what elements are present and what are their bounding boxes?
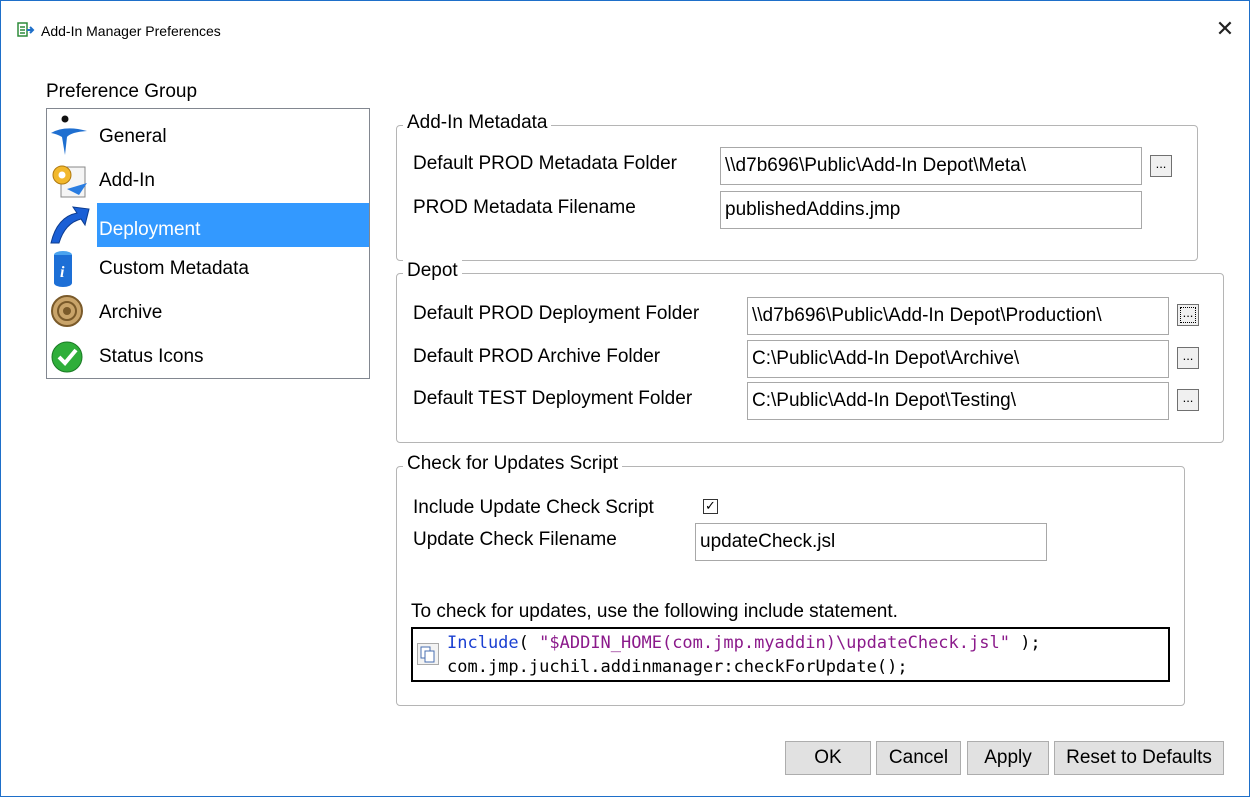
pref-item-custom-metadata[interactable]: i Custom Metadata (47, 247, 369, 291)
pref-item-label: Deployment (97, 203, 369, 247)
window-title: Add-In Manager Preferences (41, 23, 221, 39)
browse-prod-deployment-button[interactable]: ... (1177, 304, 1199, 326)
pref-item-label: Custom Metadata (99, 258, 249, 279)
default-test-deployment-folder-input[interactable]: C:\Public\Add-In Depot\Testing\ (747, 382, 1169, 420)
pref-item-label: Archive (99, 302, 163, 323)
browse-metadata-folder-button[interactable]: ... (1150, 155, 1172, 177)
code-close-paren: ); (1009, 633, 1041, 653)
cancel-button[interactable]: Cancel (876, 741, 961, 775)
code-open-paren: ( (518, 633, 540, 653)
default-prod-deployment-folder-label: Default PROD Deployment Folder (413, 303, 700, 324)
pref-item-archive[interactable]: Archive (47, 291, 369, 335)
pref-item-add-in[interactable]: Add-In (47, 159, 369, 203)
copy-script-icon[interactable] (417, 643, 439, 665)
update-instruction-text: To check for updates, use the following … (411, 601, 898, 622)
addin-metadata-title: Add-In Metadata (403, 112, 552, 134)
pref-item-label: Add-In (99, 170, 155, 191)
check-icon (47, 335, 91, 379)
title-bar: Add-In Manager Preferences ✕ (1, 1, 1249, 63)
default-prod-deployment-folder-input[interactable]: \\d7b696\Public\Add-In Depot\Production\ (747, 297, 1169, 335)
reset-defaults-button[interactable]: Reset to Defaults (1054, 741, 1224, 775)
ok-button[interactable]: OK (785, 741, 871, 775)
browse-test-deployment-button[interactable]: ... (1177, 389, 1199, 411)
check-updates-title: Check for Updates Script (403, 453, 623, 475)
close-button[interactable]: ✕ (1211, 15, 1239, 43)
preference-group-list: General Add-In Deployment i Custom Metad… (46, 108, 370, 379)
code-line-check: com.jmp.juchil.addinmanager:checkForUpda… (447, 657, 908, 677)
default-prod-archive-folder-input[interactable]: C:\Public\Add-In Depot\Archive\ (747, 340, 1169, 378)
pref-item-status-icons[interactable]: Status Icons (47, 335, 369, 379)
browse-prod-archive-button[interactable]: ... (1177, 347, 1199, 369)
pref-item-deployment[interactable]: Deployment (47, 203, 369, 247)
code-line-include: Include( "$ADDIN_HOME(com.jmp.myaddin)\u… (447, 633, 1041, 653)
pref-item-label: Status Icons (99, 346, 204, 367)
code-keyword: Include (447, 633, 519, 653)
code-string: "$ADDIN_HOME(com.jmp.myaddin)\updateChec… (539, 633, 1010, 653)
default-prod-metadata-folder-label: Default PROD Metadata Folder (413, 153, 678, 174)
pref-item-general[interactable]: General (47, 115, 369, 159)
info-icon: i (47, 247, 91, 291)
general-icon (47, 115, 91, 159)
default-prod-archive-folder-label: Default PROD Archive Folder (413, 346, 661, 367)
prod-metadata-filename-label: PROD Metadata Filename (413, 197, 636, 218)
svg-text:i: i (60, 264, 65, 281)
update-check-filename-label: Update Check Filename (413, 529, 617, 550)
include-update-check-label: Include Update Check Script (413, 497, 654, 518)
include-update-check-checkbox[interactable]: ✓ (703, 499, 718, 514)
addin-icon (47, 159, 91, 203)
prod-metadata-filename-input[interactable]: publishedAddins.jmp (720, 191, 1142, 229)
depot-title: Depot (403, 260, 462, 282)
pref-item-label: General (99, 126, 167, 147)
default-prod-metadata-folder-input[interactable]: \\d7b696\Public\Add-In Depot\Meta\ (720, 147, 1142, 185)
default-test-deployment-folder-label: Default TEST Deployment Folder (413, 388, 693, 409)
apply-button[interactable]: Apply (967, 741, 1049, 775)
archive-icon (47, 291, 91, 335)
include-statement-code[interactable]: Include( "$ADDIN_HOME(com.jmp.myaddin)\u… (411, 627, 1170, 682)
deployment-icon (47, 203, 91, 247)
update-check-filename-input[interactable]: updateCheck.jsl (695, 523, 1047, 561)
preferences-window: Add-In Manager Preferences ✕ Preference … (0, 0, 1250, 797)
preference-group-label: Preference Group (46, 81, 198, 102)
app-icon (17, 21, 35, 39)
